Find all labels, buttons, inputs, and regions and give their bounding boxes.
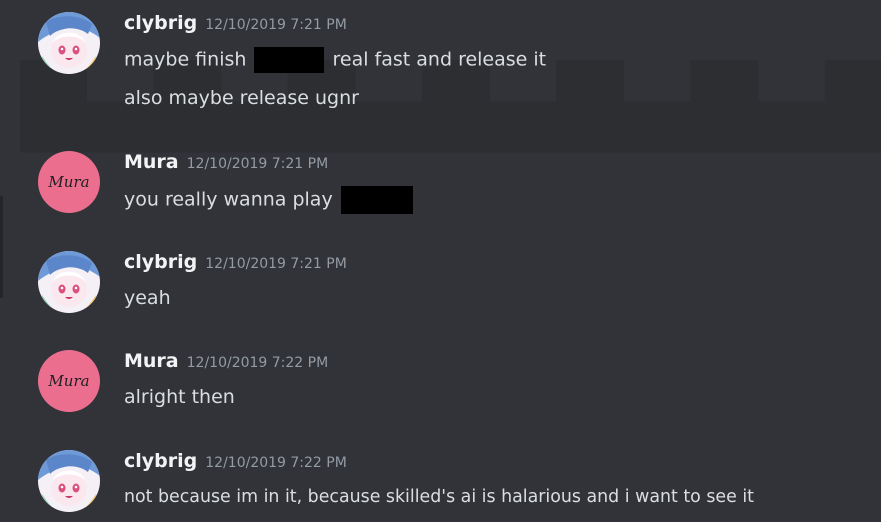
redaction-box [254, 47, 325, 73]
username[interactable]: clybrig [124, 251, 197, 273]
username[interactable]: clybrig [124, 450, 197, 472]
message-text: you really wanna play [124, 186, 415, 214]
message-text: maybe finish real fast and release it [124, 47, 546, 73]
clybrig-avatar-icon[interactable] [38, 450, 100, 512]
timestamp[interactable]: 12/10/2019 7:21 PM [205, 256, 347, 272]
avatar-label: Mura [48, 173, 90, 191]
message-group: clybrig 12/10/2019 7:22 PM not because im… [0, 450, 881, 522]
avatar-label: Mura [48, 372, 90, 390]
mura-avatar-icon[interactable]: Mura [38, 151, 100, 213]
username[interactable]: Mura [124, 350, 179, 372]
timestamp[interactable]: 12/10/2019 7:21 PM [187, 156, 329, 172]
clybrig-avatar-icon[interactable] [38, 12, 100, 74]
message-text-part: maybe finish [124, 48, 247, 71]
timestamp[interactable]: 12/10/2019 7:22 PM [205, 455, 347, 471]
message-text-part: real fast and release it [332, 48, 547, 71]
message-text: alright then [124, 386, 235, 408]
message-header: clybrig 12/10/2019 7:22 PM [124, 450, 347, 474]
mura-avatar-icon[interactable]: Mura [38, 350, 100, 412]
message-group: clybrig 12/10/2019 7:21 PM yeah [0, 251, 881, 323]
message-text-part: you really wanna play [124, 188, 333, 211]
clybrig-avatar-icon[interactable] [38, 251, 100, 313]
username[interactable]: Mura [124, 151, 179, 173]
redaction-box [340, 186, 413, 214]
message-group: clybrig 12/10/2019 7:21 PM maybe finish r… [0, 12, 881, 122]
message-header: clybrig 12/10/2019 7:21 PM [124, 251, 347, 275]
username[interactable]: clybrig [124, 12, 197, 34]
message-list: clybrig 12/10/2019 7:21 PM maybe finish r… [0, 0, 881, 522]
message-header: clybrig 12/10/2019 7:21 PM [124, 12, 347, 36]
message-header: Mura 12/10/2019 7:22 PM [124, 350, 328, 374]
message-group: Mura Mura 12/10/2019 7:21 PM you really w… [0, 151, 881, 223]
message-text: not because im in it, because skilled's … [124, 487, 754, 507]
message-text: also maybe release ugnr [124, 87, 359, 109]
message-header: Mura 12/10/2019 7:21 PM [124, 151, 328, 175]
message-text: yeah [124, 287, 171, 309]
timestamp[interactable]: 12/10/2019 7:21 PM [205, 17, 347, 33]
timestamp[interactable]: 12/10/2019 7:22 PM [187, 355, 329, 371]
message-group: Mura Mura 12/10/2019 7:22 PM alright then [0, 350, 881, 422]
